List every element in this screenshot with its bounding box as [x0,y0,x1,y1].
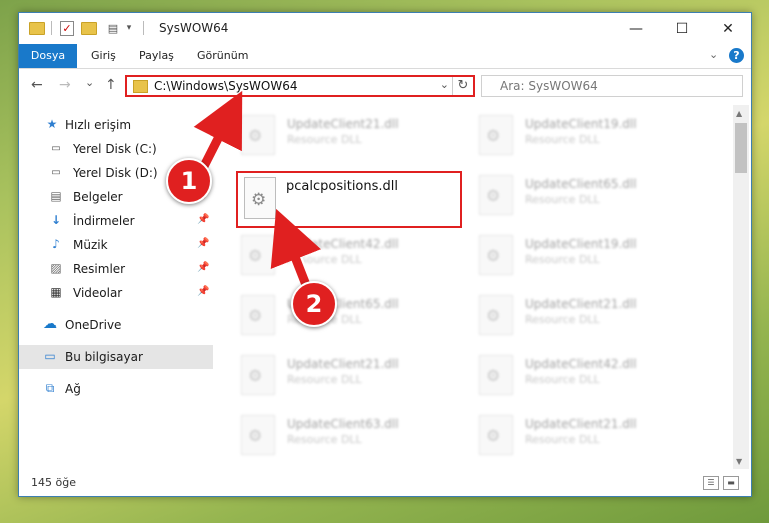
step-2-badge: 2 [291,281,337,327]
step-1-badge: 1 [166,158,212,204]
annotation-arrows [191,90,322,297]
